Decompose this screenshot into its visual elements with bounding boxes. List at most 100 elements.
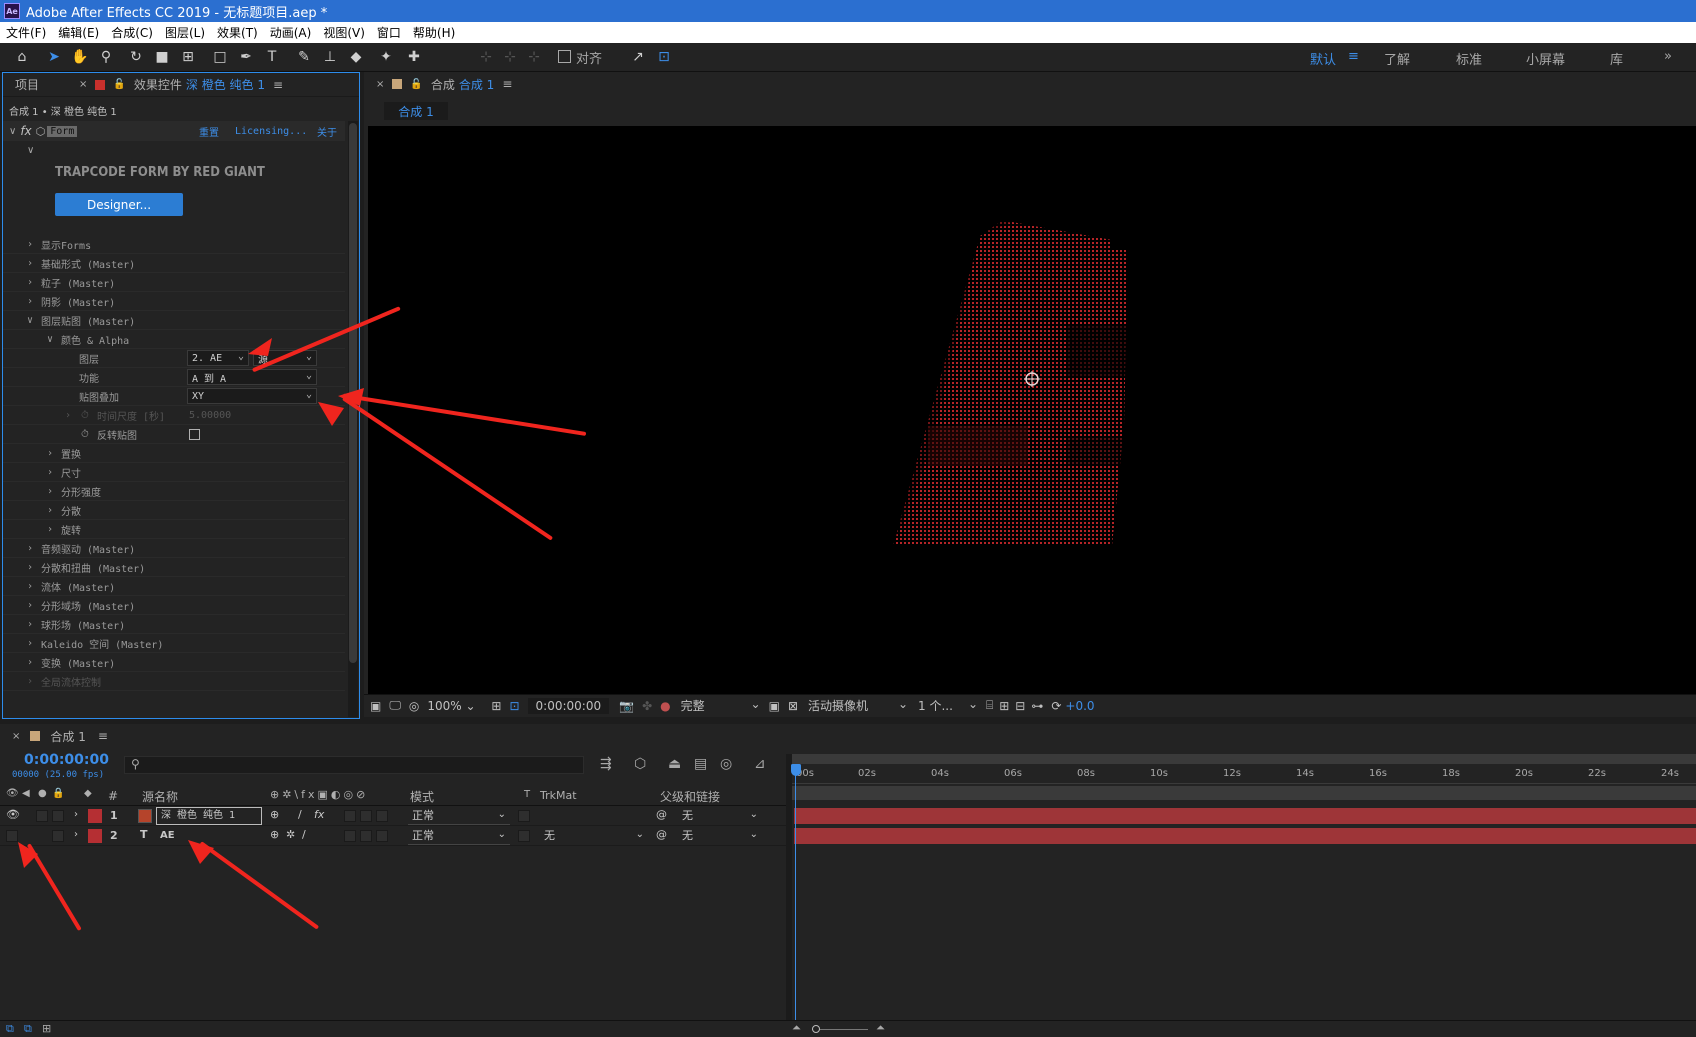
lock-checkbox[interactable] xyxy=(52,830,64,842)
timeline-link-icon[interactable]: ⊟ xyxy=(1015,699,1025,713)
group-disperse-twist[interactable]: › 分散和扭曲 (Master) xyxy=(3,558,345,577)
snapshot-icon[interactable]: 📷 xyxy=(619,699,634,713)
menu-effect[interactable]: 效果(T) xyxy=(211,24,264,41)
transfer-controls-icon[interactable]: ⧉ xyxy=(24,1022,32,1036)
snap-icon[interactable]: ↗ xyxy=(628,47,648,67)
group-global-fluid[interactable]: › 全局流体控制 xyxy=(3,672,345,691)
shy-switch-icon[interactable]: ⊕ xyxy=(270,828,279,841)
clone-stamp-tool-icon[interactable]: ⊥ xyxy=(320,47,340,67)
collapse-switch-icon[interactable]: ✲ xyxy=(286,828,295,841)
close-timeline-tab-icon[interactable]: × xyxy=(12,731,20,742)
solo-checkbox[interactable] xyxy=(36,810,48,822)
world-axis-icon[interactable]: ⊹ xyxy=(500,47,520,67)
layer-name[interactable]: 深 橙色 纯色 1 xyxy=(156,807,262,825)
function-dropdown[interactable]: A 到 A ⌄ xyxy=(187,369,317,385)
stopwatch-icon[interactable]: ⏱ xyxy=(81,410,89,421)
stopwatch-icon[interactable]: ⏱ xyxy=(81,429,89,440)
reset-exposure-icon[interactable]: ⟳ xyxy=(1051,699,1061,713)
playhead-line[interactable] xyxy=(795,774,796,1024)
time-ruler[interactable]: 00s 02s 04s 06s 08s 10s 12s 14s 16s 18s … xyxy=(792,754,1696,808)
pick-whip-icon[interactable]: @ xyxy=(656,808,667,821)
workspace-menu-icon[interactable]: ≡ xyxy=(1348,49,1359,64)
preserve-transparency-checkbox[interactable] xyxy=(518,830,530,842)
group-rotate[interactable]: › 旋转 xyxy=(3,520,345,539)
flowchart-icon[interactable]: ⊶ xyxy=(1031,699,1043,713)
pick-whip-icon[interactable]: @ xyxy=(656,828,667,841)
motion-blur-icon[interactable]: ◎ xyxy=(720,756,732,772)
tab-effect-controls-layer[interactable]: 深 橙色 纯色 1 xyxy=(186,76,265,93)
zoom-tool-icon[interactable]: ⚲ xyxy=(96,47,116,67)
switch-box[interactable] xyxy=(376,810,388,822)
switch-box[interactable] xyxy=(360,810,372,822)
pan-behind-tool-icon[interactable]: ⊞ xyxy=(178,47,198,67)
zoom-out-icon[interactable]: ⏶ xyxy=(792,1021,801,1035)
solo-toggle-icon[interactable]: ● xyxy=(38,788,47,799)
tab-effect-controls[interactable]: 效果控件 xyxy=(134,76,182,93)
camera-dropdown[interactable]: 活动摄像机 ⌄ xyxy=(808,697,908,714)
hand-tool-icon[interactable]: ✋ xyxy=(70,47,90,67)
group-particle[interactable]: › 粒子 (Master) xyxy=(3,273,345,292)
frame-blending-icon[interactable]: ▤ xyxy=(694,756,707,772)
preserve-transparency-checkbox[interactable] xyxy=(518,810,530,822)
eraser-tool-icon[interactable]: ◆ xyxy=(346,47,366,67)
graph-editor-icon[interactable]: ⊿ xyxy=(754,756,766,772)
menu-layer[interactable]: 图层(L) xyxy=(159,24,211,41)
panel-menu-icon[interactable]: ≡ xyxy=(273,78,283,92)
switch-box[interactable] xyxy=(376,830,388,842)
workspace-small-screen[interactable]: 小屏幕 xyxy=(1526,49,1565,68)
layer-duration-bar[interactable] xyxy=(794,808,1696,824)
video-toggle-icon[interactable]: 👁 xyxy=(6,788,19,799)
fast-preview-icon[interactable]: ▣ xyxy=(769,699,780,713)
timeline-layer-row[interactable]: › 2 T AE ⊕ ✲ / 正常 ⌄ 无 ⌄ @ 无 ⌄ xyxy=(0,826,788,846)
work-area-range[interactable] xyxy=(792,786,1696,800)
expand-plugin-icon[interactable]: ∨ xyxy=(27,145,34,156)
invert-map-checkbox[interactable] xyxy=(189,429,200,440)
group-spherical-field[interactable]: › 球形场 (Master) xyxy=(3,615,345,634)
lock-icon[interactable]: 🔓 xyxy=(113,79,125,90)
always-preview-icon[interactable]: ▣ xyxy=(370,699,381,713)
header-source-name[interactable]: 源名称 xyxy=(142,788,178,805)
reset-link[interactable]: 重置 xyxy=(199,124,219,139)
fx-switch-icon[interactable]: fx xyxy=(314,808,324,821)
timeline-timecode[interactable]: 0:00:00:00 xyxy=(24,752,109,768)
lock-column-icon[interactable]: 🔒 xyxy=(52,788,64,799)
group-kaleido-space[interactable]: › Kaleido 空间 (Master) xyxy=(3,634,345,653)
vr-icon[interactable]: ◎ xyxy=(409,699,419,713)
group-show-forms[interactable]: › 显示Forms xyxy=(3,235,345,254)
zoom-slider-thumb[interactable] xyxy=(812,1025,820,1033)
switch-box[interactable] xyxy=(360,830,372,842)
about-link[interactable]: 关于 xyxy=(317,124,337,139)
resolution-dropdown[interactable]: 完整 ⌄ xyxy=(681,697,761,714)
comp-mini-flowchart-icon[interactable]: ⇶ xyxy=(600,756,612,772)
zoom-dropdown[interactable]: 100% ⌄ xyxy=(427,699,487,713)
align-checkbox[interactable] xyxy=(558,50,571,63)
rectangle-tool-icon[interactable]: □ xyxy=(210,47,230,67)
menu-window[interactable]: 窗口 xyxy=(371,24,407,41)
parent-dropdown[interactable]: 无 ⌄ xyxy=(678,827,762,845)
composition-viewer[interactable] xyxy=(368,126,1696,694)
views-dropdown[interactable]: 1 个... ⌄ xyxy=(918,697,978,714)
comp-subtab[interactable]: 合成 1 xyxy=(384,102,448,120)
comp-lock-icon[interactable]: 🔓 xyxy=(410,79,422,90)
pixel-aspect-icon[interactable]: ⊞ xyxy=(999,699,1009,713)
brush-tool-icon[interactable]: ✎ xyxy=(294,47,314,67)
layer-dropdown[interactable]: 2. AE ⌄ xyxy=(187,350,249,366)
quality-switch-icon[interactable]: / xyxy=(298,808,302,821)
type-tool-icon[interactable]: T xyxy=(262,47,282,67)
in-out-icon[interactable]: ⊞ xyxy=(42,1022,51,1035)
region-of-interest-icon[interactable]: ⊡ xyxy=(509,699,519,713)
menu-file[interactable]: 文件(F) xyxy=(0,24,52,41)
workspace-libraries[interactable]: 库 xyxy=(1610,49,1623,68)
pen-tool-icon[interactable]: ✒ xyxy=(236,47,256,67)
toggle-view-icon[interactable]: ⌸ xyxy=(986,698,993,713)
designer-button[interactable]: Designer... xyxy=(55,193,183,216)
fx-toggle-icon[interactable]: fx xyxy=(20,124,31,138)
group-displace[interactable]: › 置换 xyxy=(3,444,345,463)
workspace-learn[interactable]: 了解 xyxy=(1384,49,1410,68)
quality-switch-icon[interactable]: / xyxy=(302,828,306,841)
menu-animation[interactable]: 动画(A) xyxy=(264,24,318,41)
group-size[interactable]: › 尺寸 xyxy=(3,463,345,482)
group-transform[interactable]: › 变换 (Master) xyxy=(3,653,345,672)
parent-dropdown[interactable]: 无 ⌄ xyxy=(678,807,762,825)
menu-edit[interactable]: 编辑(E) xyxy=(52,24,105,41)
